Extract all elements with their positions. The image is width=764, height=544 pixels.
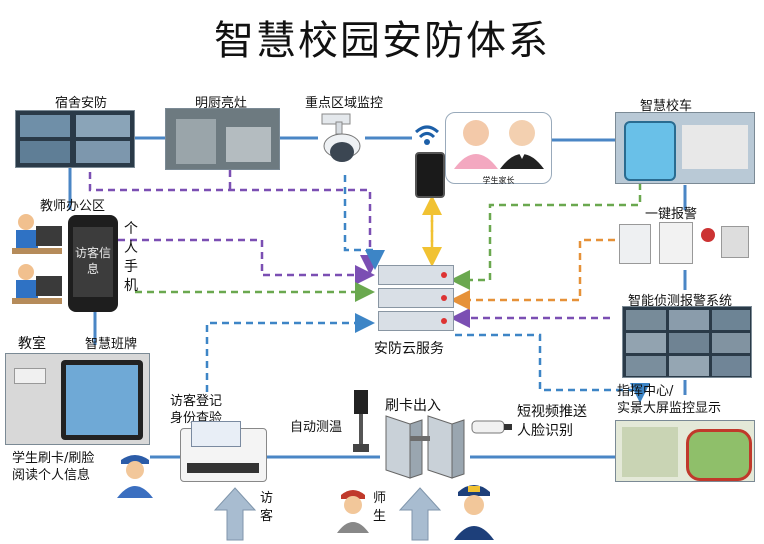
teacher-avatar-icon	[337, 490, 369, 533]
bus-image	[615, 112, 755, 184]
student-card-label: 学生刷卡/刷脸 阅读个人信息	[12, 451, 95, 483]
server-rack-icon	[378, 265, 454, 333]
auto-temp-label: 自动测温	[290, 420, 343, 435]
id-reader-image	[180, 421, 267, 482]
bullet-camera-icon	[471, 420, 512, 434]
teacher-student-arrow-icon	[398, 487, 442, 541]
classroom-label: 教室	[18, 336, 46, 352]
turnstile-gate-icon	[385, 415, 465, 479]
smart-board-label: 智慧班牌	[85, 337, 138, 352]
detection-screens-image	[622, 306, 752, 378]
personal-phone-label: 个人手机	[124, 221, 138, 294]
visitor-arrow-icon	[213, 487, 257, 541]
phone-text: 访客信息	[74, 246, 111, 276]
key-area-label: 重点区域监控	[305, 96, 384, 111]
classroom-image	[5, 353, 150, 445]
student-avatar-icon	[117, 455, 153, 498]
dorm-label: 宿舍安防	[55, 96, 108, 111]
tablet-icon	[415, 152, 445, 198]
command-center-label: 指挥中心/ 实景大屏监控显示	[617, 384, 722, 416]
phone-icon: 访客信息	[68, 215, 118, 312]
parents-label: 学生家长	[482, 176, 515, 185]
dome-camera-icon	[321, 113, 361, 162]
teacher-student-label: 师生	[373, 491, 387, 524]
parents-icon	[454, 120, 544, 169]
alarm-devices-image	[615, 220, 755, 270]
thermometer-device-icon	[350, 390, 372, 454]
security-guard-icon	[454, 485, 494, 540]
short-video-label: 短视频推送 人脸识别	[517, 404, 587, 439]
kitchen-image	[165, 108, 280, 170]
office-workers-icon	[12, 214, 62, 304]
command-center-image	[615, 420, 755, 482]
cloud-service-label: 安防云服务	[374, 341, 444, 357]
parents-panel: 学生家长	[445, 112, 552, 185]
wifi-icon	[414, 125, 440, 145]
dorm-monitor-image	[15, 110, 135, 168]
visitor-label: 访客	[260, 491, 274, 524]
